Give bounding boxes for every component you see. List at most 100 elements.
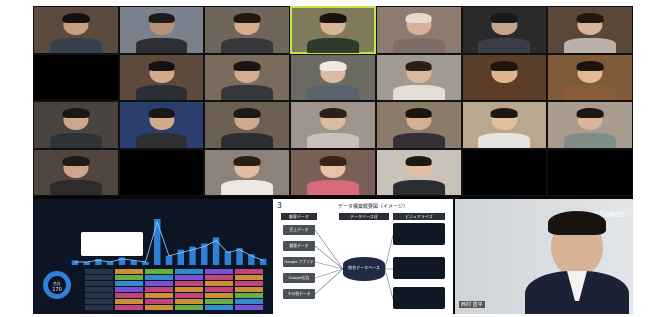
participant-tile[interactable] xyxy=(461,101,548,149)
participant-tile[interactable] xyxy=(118,101,205,149)
participant-tile[interactable] xyxy=(118,53,205,101)
participant-tile[interactable] xyxy=(461,148,548,196)
participant-body xyxy=(564,132,617,148)
zoom-window: 合計 170 3 データ構築概要図（イメージ） 顧客データ データベース化 ビジ… xyxy=(33,6,633,314)
table-cell xyxy=(145,293,173,298)
participant-hair xyxy=(405,60,433,71)
participant-body xyxy=(478,132,531,148)
participant-tile[interactable] xyxy=(375,148,462,196)
participant-body xyxy=(221,37,274,53)
participant-body xyxy=(564,37,617,53)
participant-tile[interactable] xyxy=(33,53,119,101)
table-cell xyxy=(205,293,233,298)
dashboard-bar xyxy=(83,261,90,265)
table-cell xyxy=(85,305,113,310)
participant-body xyxy=(392,132,445,148)
viz-thumbnail xyxy=(393,257,445,279)
participant-tile[interactable] xyxy=(375,101,462,149)
participant-body xyxy=(221,132,274,148)
participant-tile[interactable] xyxy=(33,6,119,54)
chart-tooltip xyxy=(81,232,143,256)
table-row xyxy=(85,281,270,286)
participant-body xyxy=(478,37,531,53)
participant-hair xyxy=(405,13,433,24)
kpi-value: 170 xyxy=(52,287,62,293)
participant-tile[interactable] xyxy=(375,53,462,101)
participant-tile[interactable] xyxy=(547,101,633,149)
participant-tile[interactable] xyxy=(290,148,376,196)
dashboard-bar xyxy=(106,261,114,265)
participant-body xyxy=(49,37,102,53)
table-cell xyxy=(175,299,203,304)
participant-hair xyxy=(148,60,175,71)
participant-body xyxy=(49,180,102,195)
participant-tile[interactable] xyxy=(118,148,205,196)
participant-tile[interactable] xyxy=(204,148,291,196)
participant-tile[interactable] xyxy=(204,101,291,149)
participant-hair xyxy=(491,13,518,24)
table-cell xyxy=(145,287,173,292)
shared-screen-slide: 3 データ構築概要図（イメージ） 顧客データ データベース化 ビジュアライズ 売… xyxy=(273,199,453,314)
table-cell xyxy=(145,299,173,304)
participant-body xyxy=(49,132,102,148)
table-cell xyxy=(235,269,263,274)
table-cell xyxy=(235,299,263,304)
table-cell xyxy=(85,281,113,286)
table-cell xyxy=(175,293,203,298)
table-row xyxy=(85,287,270,292)
participant-body xyxy=(392,180,445,195)
participant-hair xyxy=(576,108,604,119)
participant-name: 西村 直平 xyxy=(459,301,485,308)
participant-tile[interactable] xyxy=(290,53,376,101)
participant-body xyxy=(135,37,188,53)
participant-body xyxy=(135,132,188,148)
participant-tile[interactable] xyxy=(33,101,119,149)
table-cell xyxy=(115,281,143,286)
participant-hair xyxy=(405,108,433,119)
shared-screen-dashboard: 合計 170 xyxy=(33,199,273,314)
table-cell xyxy=(145,305,173,310)
table-cell xyxy=(85,275,113,280)
table-cell xyxy=(175,269,203,274)
table-cell xyxy=(235,287,263,292)
table-cell xyxy=(175,281,203,286)
participant-hair xyxy=(319,155,347,166)
participant-body xyxy=(307,37,359,53)
table-cell xyxy=(85,293,113,298)
table-cell xyxy=(175,275,203,280)
table-cell xyxy=(85,287,113,292)
kpi-label: 合計 xyxy=(53,281,61,286)
participant-tile[interactable] xyxy=(547,6,633,54)
viz-thumbnail xyxy=(393,223,445,245)
participant-tile[interactable] xyxy=(461,6,548,54)
participant-hair xyxy=(233,13,261,24)
participant-hair xyxy=(491,108,518,119)
dashboard-table xyxy=(85,269,270,311)
participant-tile[interactable] xyxy=(547,53,633,101)
table-cell xyxy=(205,305,233,310)
table-cell xyxy=(85,299,113,304)
participant-hair xyxy=(319,60,347,71)
participant-tile[interactable] xyxy=(461,53,548,101)
dashboard-bar xyxy=(142,261,149,265)
participant-tile[interactable] xyxy=(204,53,291,101)
participant-body xyxy=(564,85,617,100)
participant-tile[interactable] xyxy=(290,101,376,149)
participant-body xyxy=(307,180,359,195)
participant-hair xyxy=(62,13,90,24)
gallery-view xyxy=(33,6,633,196)
participant-tile[interactable] xyxy=(118,6,205,54)
participant-body xyxy=(221,85,274,100)
table-cell xyxy=(115,293,143,298)
participant-tile[interactable] xyxy=(290,6,376,54)
participant-tile[interactable] xyxy=(547,148,633,196)
participant-tile[interactable] xyxy=(375,6,462,54)
table-cell xyxy=(205,269,233,274)
participant-tile[interactable] xyxy=(33,148,119,196)
table-cell xyxy=(175,287,203,292)
participant-body xyxy=(135,85,188,100)
table-cell xyxy=(205,275,233,280)
viz-thumbnail xyxy=(393,287,445,309)
participant-tile[interactable] xyxy=(204,6,291,54)
database-label: 統合データベース xyxy=(348,265,380,270)
